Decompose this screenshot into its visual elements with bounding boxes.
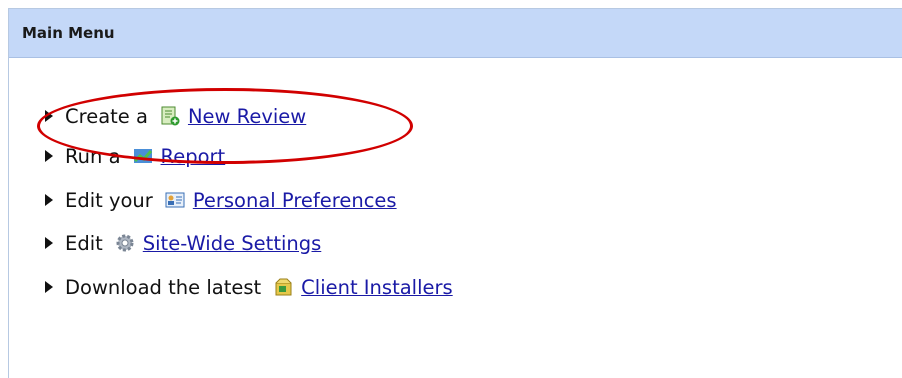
site-wide-settings-link[interactable]: Site-Wide Settings xyxy=(143,232,322,255)
menu-item-installers: Download the latest Client Installers xyxy=(45,273,453,301)
installer-icon xyxy=(273,277,293,297)
triangle-right-icon xyxy=(45,194,53,206)
triangle-right-icon xyxy=(45,281,53,293)
panel-title: Main Menu xyxy=(22,24,115,42)
settings-gear-icon xyxy=(115,233,135,253)
personal-preferences-link[interactable]: Personal Preferences xyxy=(193,189,397,212)
client-installers-link[interactable]: Client Installers xyxy=(301,276,453,299)
triangle-right-icon xyxy=(45,150,53,162)
menu-item-preferences: Edit your Personal Preferences xyxy=(45,186,397,214)
red-ellipse-annotation xyxy=(37,88,413,164)
triangle-right-icon xyxy=(45,237,53,249)
menu-item-settings: Edit Site-Wide Settings xyxy=(45,229,321,257)
preferences-icon xyxy=(165,190,185,210)
menu-item-prefix: Download the latest xyxy=(65,275,262,299)
menu-item-prefix: Edit xyxy=(65,231,103,255)
panel-header: Main Menu xyxy=(9,9,902,58)
menu-item-prefix: Edit your xyxy=(65,188,153,212)
